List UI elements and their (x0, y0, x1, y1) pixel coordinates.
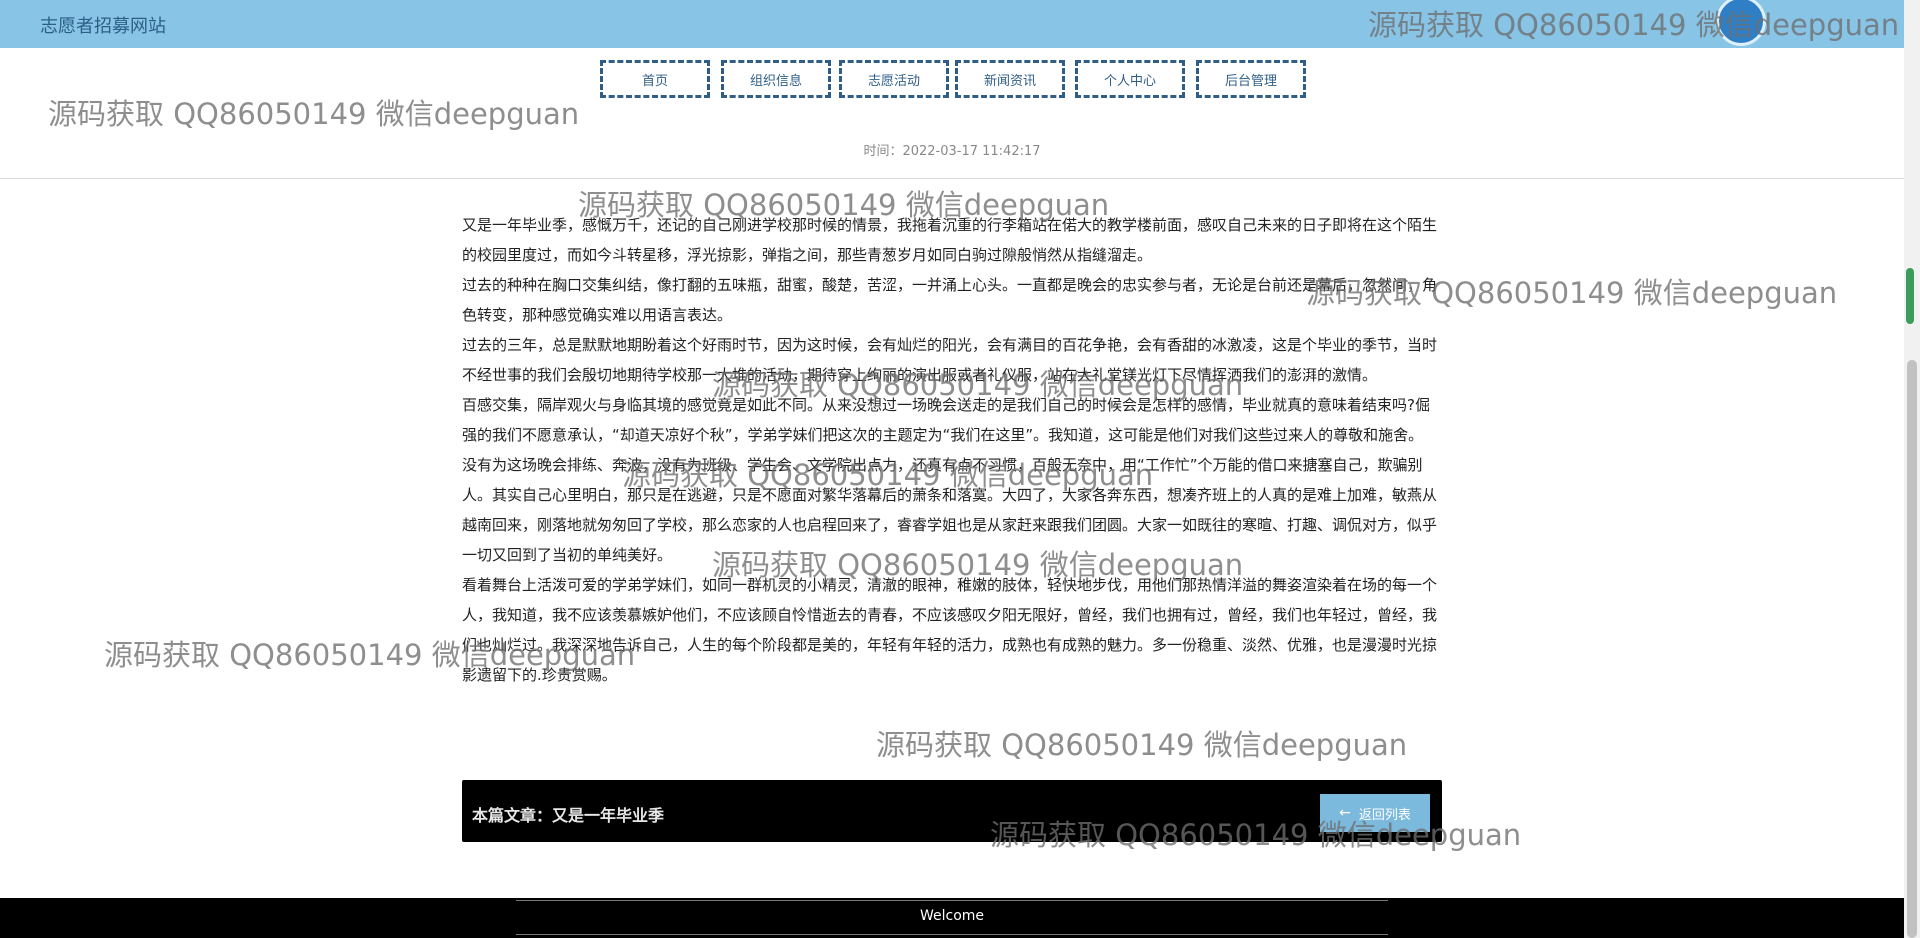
watermark: 源码获取 QQ86050149 微信deepguan (876, 728, 1408, 762)
nav-item-home[interactable]: 首页 (600, 60, 710, 98)
scrollbar-thumb[interactable] (1907, 360, 1917, 938)
article-body: 又是一年毕业季，感慨万千，还记的自己刚进学校那时候的情景，我拖着沉重的行李箱站在… (462, 210, 1444, 690)
page-footer: Welcome (0, 898, 1904, 938)
nav-item-organization[interactable]: 组织信息 (721, 60, 831, 98)
article-paragraph: 看着舞台上活泼可爱的学弟学妹们，如同一群机灵的小精灵，清澈的眼神，稚嫩的肢体，轻… (462, 576, 1438, 684)
scroll-indicator (1906, 268, 1914, 324)
nav-item-activities[interactable]: 志愿活动 (839, 60, 949, 98)
arrow-left-icon: ← (1339, 805, 1351, 821)
back-to-list-label: 返回列表 (1358, 807, 1411, 823)
article-paragraph: 过去的三年，总是默默地期盼着这个好雨时节，因为这时候，会有灿烂的阳光，会有满目的… (462, 336, 1438, 384)
article-footer-title: 本篇文章：又是一年毕业季 (472, 806, 665, 825)
footer-divider (516, 934, 1388, 935)
article-meta: 时间：2022-03-17 11:42:17 (0, 116, 1904, 179)
nav-item-news[interactable]: 新闻资讯 (955, 60, 1065, 98)
nav-item-personal-center[interactable]: 个人中心 (1075, 60, 1185, 98)
article-paragraph: 百感交集，隔岸观火与身临其境的感觉竟是如此不同。从来没想过一场晚会送走的是我们自… (462, 396, 1430, 444)
user-avatar[interactable] (1716, 0, 1766, 46)
article-paragraph: 没有为这场晚会排练、奔波，没有为班级、学生会、文学院出点力，还真有点不习惯，百般… (462, 456, 1438, 564)
site-title[interactable]: 志愿者招募网站 (40, 12, 166, 38)
back-to-list-button[interactable]: ← 返回列表 (1320, 794, 1430, 832)
footer-welcome: Welcome (919, 908, 985, 924)
main-nav: 首页 组织信息 志愿活动 新闻资讯 个人中心 后台管理 (0, 48, 1904, 116)
footer-divider (516, 900, 1388, 901)
article-footer-bar: 本篇文章：又是一年毕业季 ← 返回列表 (462, 780, 1442, 842)
article-paragraph: 又是一年毕业季，感慨万千，还记的自己刚进学校那时候的情景，我拖着沉重的行李箱站在… (462, 216, 1438, 264)
top-header-bar: 志愿者招募网站 (0, 0, 1904, 49)
publish-time: 时间：2022-03-17 11:42:17 (863, 144, 1041, 159)
page-scrollbar[interactable] (1904, 0, 1920, 938)
article-paragraph: 过去的种种在胸口交集纠结，像打翻的五味瓶，甜蜜，酸楚，苦涩，一并涌上心头。一直都… (462, 276, 1438, 324)
nav-item-admin[interactable]: 后台管理 (1196, 60, 1306, 98)
